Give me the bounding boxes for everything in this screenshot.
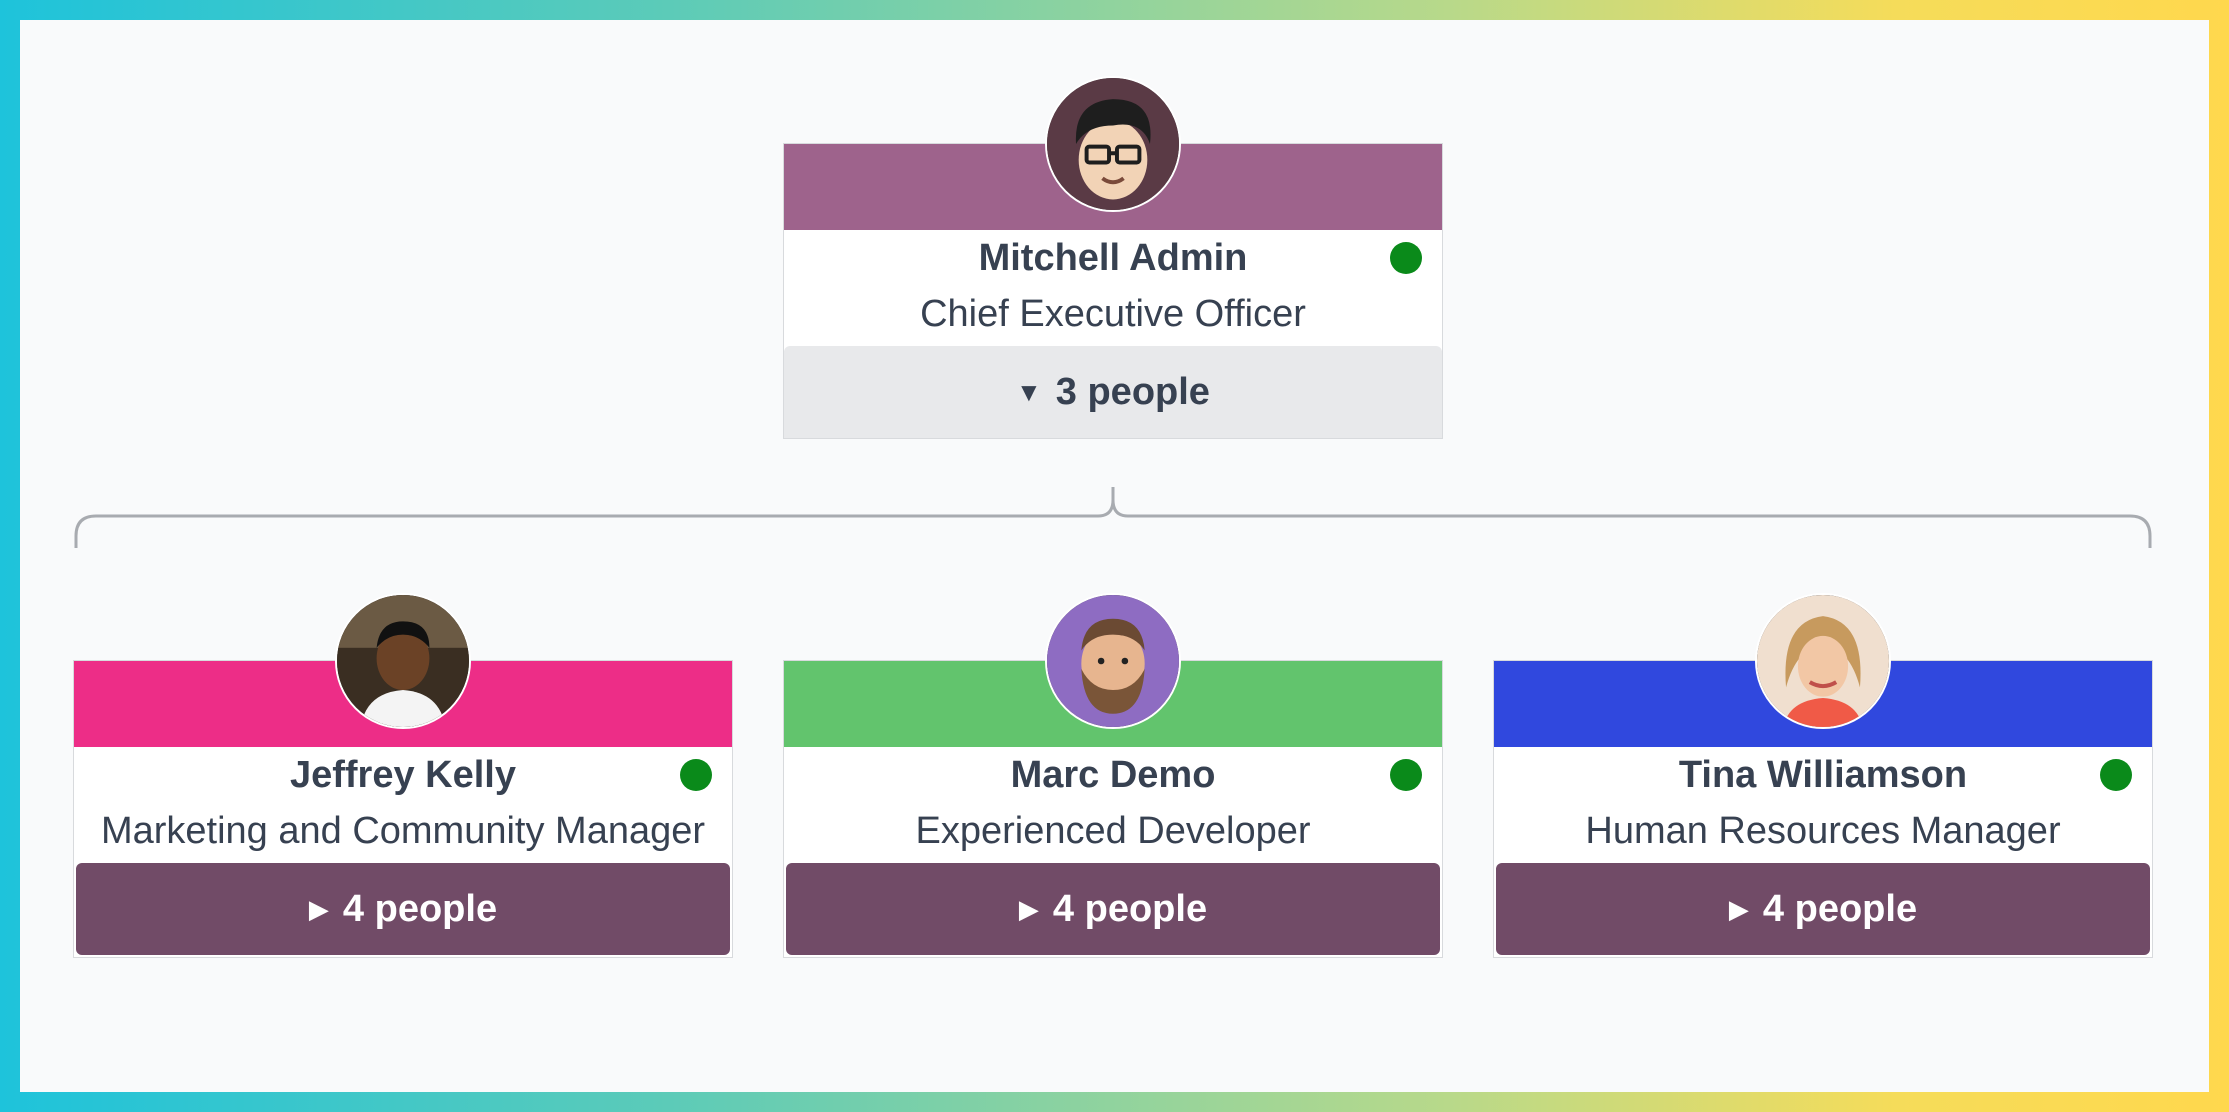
highlight-frame: Mitchell Admin Chief Executive Officer ▼… xyxy=(0,0,2229,1112)
caret-right-icon: ▶ xyxy=(308,894,329,924)
employee-job-title: Marketing and Community Manager xyxy=(100,810,706,852)
employee-job-title: Experienced Developer xyxy=(915,810,1311,852)
online-status-icon xyxy=(680,759,712,791)
photo-woman-avatar xyxy=(1755,593,1891,729)
employee-card-report[interactable]: Jeffrey Kelly Marketing and Community Ma… xyxy=(73,593,733,958)
org-chart-canvas: Mitchell Admin Chief Executive Officer ▼… xyxy=(20,20,2209,1092)
caret-right-icon: ▶ xyxy=(1018,894,1039,924)
online-status-icon xyxy=(1390,759,1422,791)
employee-card-report[interactable]: Tina Williamson Human Resources Manager … xyxy=(1493,593,2153,958)
employee-job-title: Human Resources Manager xyxy=(1585,810,2061,852)
team-count-label: 4 people xyxy=(342,888,498,930)
employee-name[interactable]: Tina Williamson xyxy=(1494,747,2152,803)
employee-card-report[interactable]: Marc Demo Experienced Developer ▶ 4 peopl… xyxy=(783,593,1443,958)
team-toggle-button[interactable]: ▶ 4 people xyxy=(1496,863,2150,955)
employee-name[interactable]: Jeffrey Kelly xyxy=(74,747,732,803)
team-count-label: 4 people xyxy=(1052,888,1208,930)
photo-man-avatar xyxy=(335,593,471,729)
team-toggle-button[interactable]: ▶ 4 people xyxy=(76,863,730,955)
team-toggle-button[interactable]: ▶ 4 people xyxy=(786,863,1440,955)
cartoon-bearded-man-avatar xyxy=(1045,593,1181,729)
online-status-icon xyxy=(2100,759,2132,791)
caret-right-icon: ▶ xyxy=(1728,894,1749,924)
team-count-label: 4 people xyxy=(1762,888,1918,930)
employee-name[interactable]: Marc Demo xyxy=(784,747,1442,803)
